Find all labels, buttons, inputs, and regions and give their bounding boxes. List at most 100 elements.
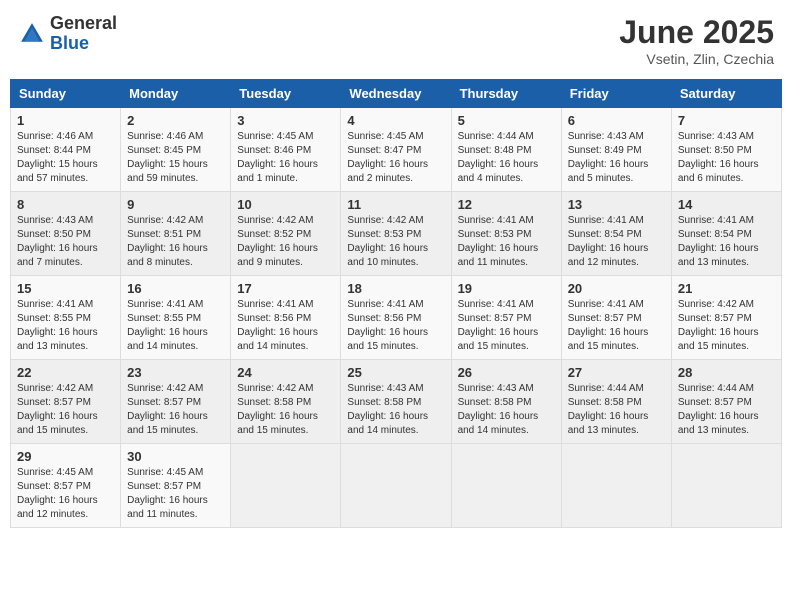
header: General Blue June 2025 Vsetin, Zlin, Cze… [10, 10, 782, 71]
day-info: Sunrise: 4:42 AM Sunset: 8:58 PM Dayligh… [237, 382, 334, 438]
title-area: June 2025 Vsetin, Zlin, Czechia [619, 14, 774, 67]
day-number: 26 [458, 365, 555, 380]
table-row: 10Sunrise: 4:42 AM Sunset: 8:52 PM Dayli… [231, 192, 341, 276]
calendar-week-row: 8 Sunrise: 4:43 AM Sunset: 8:50 PM Daylig… [11, 192, 782, 276]
day-number: 14 [678, 197, 775, 212]
table-row: 23 Sunrise: 4:42 AM Sunset: 8:57 PM Dayli… [121, 360, 231, 444]
table-row: 24 Sunrise: 4:42 AM Sunset: 8:58 PM Dayli… [231, 360, 341, 444]
col-friday: Friday [561, 80, 671, 108]
day-number: 3 [237, 113, 334, 128]
day-info: Sunrise: 4:45 AM Sunset: 8:57 PM Dayligh… [17, 466, 114, 522]
table-row: 30 Sunrise: 4:45 AM Sunset: 8:57 PM Dayli… [121, 444, 231, 528]
col-monday: Monday [121, 80, 231, 108]
col-tuesday: Tuesday [231, 80, 341, 108]
day-info: Sunrise: 4:44 AM Sunset: 8:57 PM Dayligh… [678, 382, 775, 438]
day-number: 18 [347, 281, 444, 296]
col-wednesday: Wednesday [341, 80, 451, 108]
day-info: Sunrise: 4:46 AM Sunset: 8:45 PM Dayligh… [127, 130, 224, 186]
month-title: June 2025 [619, 14, 774, 51]
day-info: Sunrise: 4:42 AM Sunset: 8:57 PM Dayligh… [678, 298, 775, 354]
col-saturday: Saturday [671, 80, 781, 108]
day-info: Sunrise: 4:43 AM Sunset: 8:58 PM Dayligh… [458, 382, 555, 438]
day-number: 17 [237, 281, 334, 296]
day-number: 29 [17, 449, 114, 464]
day-number: 5 [458, 113, 555, 128]
table-row: 16Sunrise: 4:41 AM Sunset: 8:55 PM Dayli… [121, 276, 231, 360]
table-row: 11 Sunrise: 4:42 AM Sunset: 8:53 PM Dayli… [341, 192, 451, 276]
day-number: 1 [17, 113, 114, 128]
day-info: Sunrise: 4:43 AM Sunset: 8:49 PM Dayligh… [568, 130, 665, 186]
table-row: 21Sunrise: 4:42 AM Sunset: 8:57 PM Dayli… [671, 276, 781, 360]
logo-icon [18, 20, 46, 48]
table-row: 18 Sunrise: 4:41 AM Sunset: 8:56 PM Dayli… [341, 276, 451, 360]
day-info: Sunrise: 4:41 AM Sunset: 8:54 PM Dayligh… [568, 214, 665, 270]
table-row: 12 Sunrise: 4:41 AM Sunset: 8:53 PM Dayli… [451, 192, 561, 276]
logo-general-text: General [50, 14, 117, 34]
day-info: Sunrise: 4:41 AM Sunset: 8:57 PM Dayligh… [568, 298, 665, 354]
day-number: 23 [127, 365, 224, 380]
day-number: 28 [678, 365, 775, 380]
day-info: Sunrise: 4:42 AM Sunset: 8:51 PM Dayligh… [127, 214, 224, 270]
table-row: 4 Sunrise: 4:45 AM Sunset: 8:47 PM Daylig… [341, 108, 451, 192]
day-info: Sunrise: 4:42 AM Sunset: 8:52 PM Dayligh… [237, 214, 334, 270]
day-number: 20 [568, 281, 665, 296]
table-row: 22 Sunrise: 4:42 AM Sunset: 8:57 PM Dayli… [11, 360, 121, 444]
day-info: Sunrise: 4:45 AM Sunset: 8:57 PM Dayligh… [127, 466, 224, 522]
location-subtitle: Vsetin, Zlin, Czechia [619, 51, 774, 67]
table-row: 25 Sunrise: 4:43 AM Sunset: 8:58 PM Dayli… [341, 360, 451, 444]
table-row: 28 Sunrise: 4:44 AM Sunset: 8:57 PM Dayli… [671, 360, 781, 444]
calendar: Sunday Monday Tuesday Wednesday Thursday… [10, 79, 782, 528]
day-number: 24 [237, 365, 334, 380]
table-row: 20 Sunrise: 4:41 AM Sunset: 8:57 PM Dayli… [561, 276, 671, 360]
day-info: Sunrise: 4:41 AM Sunset: 8:54 PM Dayligh… [678, 214, 775, 270]
day-number: 8 [17, 197, 114, 212]
calendar-header-row: Sunday Monday Tuesday Wednesday Thursday… [11, 80, 782, 108]
logo-text: General Blue [50, 14, 117, 54]
logo-blue-text: Blue [50, 34, 117, 54]
day-info: Sunrise: 4:45 AM Sunset: 8:46 PM Dayligh… [237, 130, 334, 186]
day-number: 2 [127, 113, 224, 128]
day-info: Sunrise: 4:43 AM Sunset: 8:58 PM Dayligh… [347, 382, 444, 438]
day-info: Sunrise: 4:43 AM Sunset: 8:50 PM Dayligh… [678, 130, 775, 186]
table-row [671, 444, 781, 528]
day-info: Sunrise: 4:41 AM Sunset: 8:56 PM Dayligh… [347, 298, 444, 354]
table-row: 19Sunrise: 4:41 AM Sunset: 8:57 PM Dayli… [451, 276, 561, 360]
table-row: 13 Sunrise: 4:41 AM Sunset: 8:54 PM Dayli… [561, 192, 671, 276]
day-number: 27 [568, 365, 665, 380]
table-row: 27Sunrise: 4:44 AM Sunset: 8:58 PM Dayli… [561, 360, 671, 444]
table-row: 26 Sunrise: 4:43 AM Sunset: 8:58 PM Dayli… [451, 360, 561, 444]
table-row [451, 444, 561, 528]
day-info: Sunrise: 4:41 AM Sunset: 8:57 PM Dayligh… [458, 298, 555, 354]
day-info: Sunrise: 4:42 AM Sunset: 8:57 PM Dayligh… [17, 382, 114, 438]
table-row: 6 Sunrise: 4:43 AM Sunset: 8:49 PM Daylig… [561, 108, 671, 192]
table-row [341, 444, 451, 528]
day-info: Sunrise: 4:44 AM Sunset: 8:48 PM Dayligh… [458, 130, 555, 186]
table-row: 15 Sunrise: 4:41 AM Sunset: 8:55 PM Dayli… [11, 276, 121, 360]
day-number: 22 [17, 365, 114, 380]
table-row: 3 Sunrise: 4:45 AM Sunset: 8:46 PM Daylig… [231, 108, 341, 192]
table-row [231, 444, 341, 528]
day-number: 15 [17, 281, 114, 296]
day-info: Sunrise: 4:46 AM Sunset: 8:44 PM Dayligh… [17, 130, 114, 186]
day-number: 4 [347, 113, 444, 128]
day-number: 6 [568, 113, 665, 128]
day-info: Sunrise: 4:41 AM Sunset: 8:56 PM Dayligh… [237, 298, 334, 354]
day-number: 12 [458, 197, 555, 212]
calendar-week-row: 22 Sunrise: 4:42 AM Sunset: 8:57 PM Dayli… [11, 360, 782, 444]
day-number: 13 [568, 197, 665, 212]
day-number: 30 [127, 449, 224, 464]
day-info: Sunrise: 4:41 AM Sunset: 8:55 PM Dayligh… [17, 298, 114, 354]
day-info: Sunrise: 4:42 AM Sunset: 8:57 PM Dayligh… [127, 382, 224, 438]
table-row: 9Sunrise: 4:42 AM Sunset: 8:51 PM Daylig… [121, 192, 231, 276]
logo: General Blue [18, 14, 117, 54]
day-info: Sunrise: 4:41 AM Sunset: 8:53 PM Dayligh… [458, 214, 555, 270]
table-row: 5 Sunrise: 4:44 AM Sunset: 8:48 PM Daylig… [451, 108, 561, 192]
table-row: 14 Sunrise: 4:41 AM Sunset: 8:54 PM Dayli… [671, 192, 781, 276]
day-number: 11 [347, 197, 444, 212]
day-info: Sunrise: 4:43 AM Sunset: 8:50 PM Dayligh… [17, 214, 114, 270]
day-info: Sunrise: 4:45 AM Sunset: 8:47 PM Dayligh… [347, 130, 444, 186]
day-info: Sunrise: 4:42 AM Sunset: 8:53 PM Dayligh… [347, 214, 444, 270]
day-number: 16 [127, 281, 224, 296]
table-row: 7Sunrise: 4:43 AM Sunset: 8:50 PM Daylig… [671, 108, 781, 192]
day-number: 25 [347, 365, 444, 380]
